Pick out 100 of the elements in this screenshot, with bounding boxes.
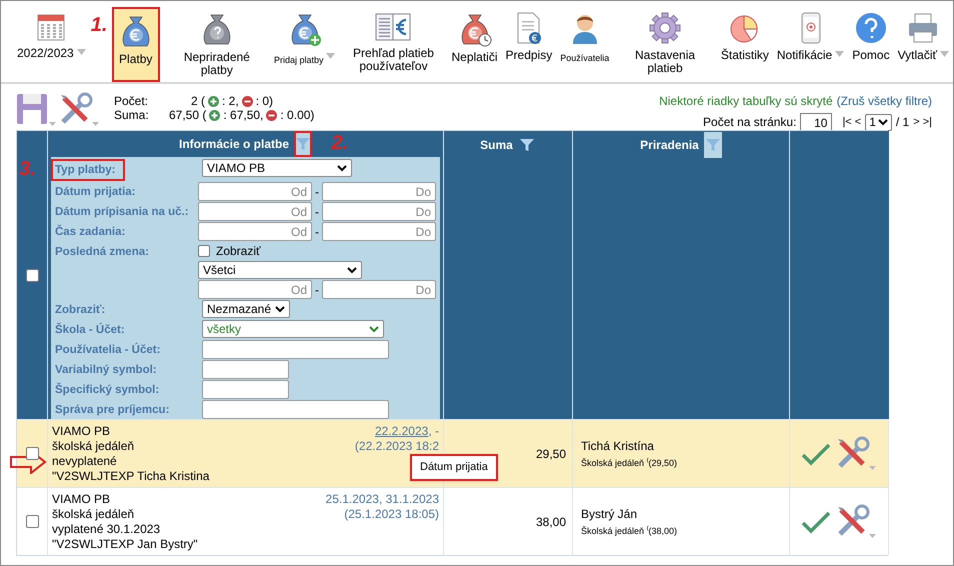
- plus-icon: [208, 96, 219, 106]
- tools-icon[interactable]: [58, 92, 100, 128]
- toolbar-item[interactable]: Nepriradené platby: [164, 7, 270, 82]
- filter-label: Používatelia - Účet:: [55, 342, 160, 358]
- select-all-checkbox[interactable]: [26, 268, 38, 282]
- payment-detail: školská jedáleň: [52, 507, 136, 522]
- toolbar-item[interactable]: Predpisy: [502, 7, 556, 82]
- toolbar-item[interactable]: Pomoc: [848, 7, 894, 82]
- filter-label: Čas zadania:: [55, 224, 126, 240]
- annotation-label: 3.: [19, 159, 36, 179]
- clear-filters-link[interactable]: (Zruš všetky filtre): [836, 92, 932, 110]
- date-link[interactable]: 25.1.2023: [326, 492, 379, 507]
- chevron-icon: [878, 118, 888, 126]
- summary-value: 2 (: [190, 94, 205, 108]
- payment-detail: vyplatené 30.1.2023: [52, 522, 162, 537]
- date-from-field[interactable]: Od: [198, 222, 312, 241]
- chevron-icon: [347, 266, 357, 274]
- toolbar-item[interactable]: 2022/2023: [13, 7, 90, 82]
- next-last-links[interactable]: > >|: [913, 114, 932, 130]
- page-count: / 1: [896, 114, 910, 131]
- checkbox-label: Zobraziť: [216, 243, 261, 260]
- row-checkbox[interactable]: [26, 447, 38, 460]
- checkmark-icon[interactable]: [801, 442, 831, 466]
- chevron-icon: [337, 164, 347, 172]
- date-from-field[interactable]: Od: [198, 202, 312, 221]
- help-icon: [854, 11, 888, 45]
- toolbar-item[interactable]: Prehľad platieb používateľov: [339, 7, 448, 82]
- filter-label: Správa pre príjemcu:: [55, 403, 170, 418]
- amount: 38,00: [536, 514, 566, 530]
- payment-detail: VIAMO PB: [52, 424, 112, 439]
- book-icon: [374, 11, 412, 43]
- text-field[interactable]: [202, 380, 289, 399]
- tools-icon[interactable]: [835, 436, 877, 472]
- per-page-label: Počet na stránku:: [703, 114, 796, 131]
- toolbar-item[interactable]: Neplatiči: [447, 7, 502, 82]
- chevron-icon: [275, 306, 285, 312]
- assignee-detail: Školská jedáleň ⁽(38,00): [581, 524, 678, 538]
- dropdown[interactable]: všetky: [202, 320, 384, 338]
- summary-label: Suma:: [114, 108, 150, 122]
- range-separator: -: [315, 204, 319, 220]
- annotation-label: 1.: [90, 15, 108, 35]
- caret-icon: [76, 47, 86, 56]
- dropdown[interactable]: Všetci: [198, 261, 362, 279]
- range-separator: -: [315, 224, 319, 240]
- phone-icon: [798, 11, 823, 45]
- filter-button[interactable]: [704, 132, 722, 158]
- payment-detail: nevyplatené: [52, 454, 118, 469]
- date-from-field[interactable]: Od: [198, 280, 312, 299]
- column-header[interactable]: Suma: [480, 136, 513, 154]
- toolbar-item[interactable]: Používatelia: [556, 7, 614, 82]
- date-link[interactable]: 22.2.2023: [374, 424, 428, 439]
- tooltip: Dátum prijatia: [410, 454, 498, 480]
- checkmark-icon[interactable]: [801, 510, 831, 534]
- row-checkbox[interactable]: [26, 515, 38, 528]
- dropdown[interactable]: Nezmazané: [202, 300, 290, 318]
- assignee-name[interactable]: Bystrý Ján: [581, 504, 781, 523]
- toolbar-item[interactable]: Platby: [112, 7, 160, 82]
- payment-detail: školská jedáleň: [52, 439, 136, 454]
- payment-detail: "V2SWLJTEXP Jan Bystry": [52, 537, 198, 552]
- filter-icon: [520, 138, 534, 152]
- caret-icon: [326, 51, 336, 60]
- date-to-field[interactable]: Do: [322, 182, 436, 201]
- date-to-field[interactable]: Do: [322, 222, 436, 241]
- filter-icon: [706, 138, 720, 152]
- toolbar-item[interactable]: Notifikácie: [772, 7, 848, 82]
- filter-label: Variabilný symbol:: [55, 363, 157, 378]
- first-prev-links[interactable]: |< <: [842, 114, 862, 130]
- date-to-field[interactable]: Do: [322, 280, 436, 299]
- date-text: , -: [428, 424, 439, 439]
- date-to-field[interactable]: Do: [322, 202, 436, 221]
- text-field[interactable]: [202, 340, 389, 359]
- filter-label: Špecifický symbol:: [55, 382, 160, 398]
- gear-icon: [648, 11, 682, 45]
- column-header[interactable]: Priradenia: [640, 136, 699, 154]
- text-field[interactable]: [202, 360, 289, 379]
- toolbar-item[interactable]: Nastavenia platieb: [613, 7, 717, 82]
- tools-icon[interactable]: [835, 504, 877, 540]
- date-from-field[interactable]: Od: [198, 182, 312, 201]
- caret-icon: [940, 49, 949, 58]
- text-field[interactable]: [202, 400, 389, 419]
- created-time: (25.1.2023 18:05): [344, 507, 439, 522]
- minus-icon: [266, 110, 278, 120]
- notice-text: Niektoré riadky tabuľky sú skryté: [659, 93, 833, 110]
- column-header[interactable]: Informácie o platbe: [178, 135, 290, 153]
- toolbar-item[interactable]: Štatistiky: [716, 7, 773, 82]
- toolbar-item[interactable]: Vytlačiť: [894, 7, 953, 82]
- minus-icon: [242, 96, 253, 106]
- save-icon[interactable]: [16, 92, 58, 128]
- assignee-name[interactable]: Tichá Kristína: [581, 436, 781, 455]
- created-time: (22.2.2023 18:2: [354, 439, 439, 454]
- toolbar-item[interactable]: Pridaj platby: [270, 7, 340, 82]
- filter-icon: [296, 137, 310, 151]
- checkbox[interactable]: [198, 245, 210, 257]
- filter-label: Zobraziť:: [55, 303, 106, 318]
- summary-value: : 0): [256, 94, 274, 108]
- chevron-icon: [369, 326, 379, 332]
- date-text: , 31.1.2023: [378, 492, 439, 507]
- payment-detail: "V2SWLJTEXP Ticha Kristina: [52, 469, 210, 484]
- dropdown[interactable]: VIAMO PB: [202, 159, 352, 177]
- filter-button[interactable]: [294, 131, 312, 157]
